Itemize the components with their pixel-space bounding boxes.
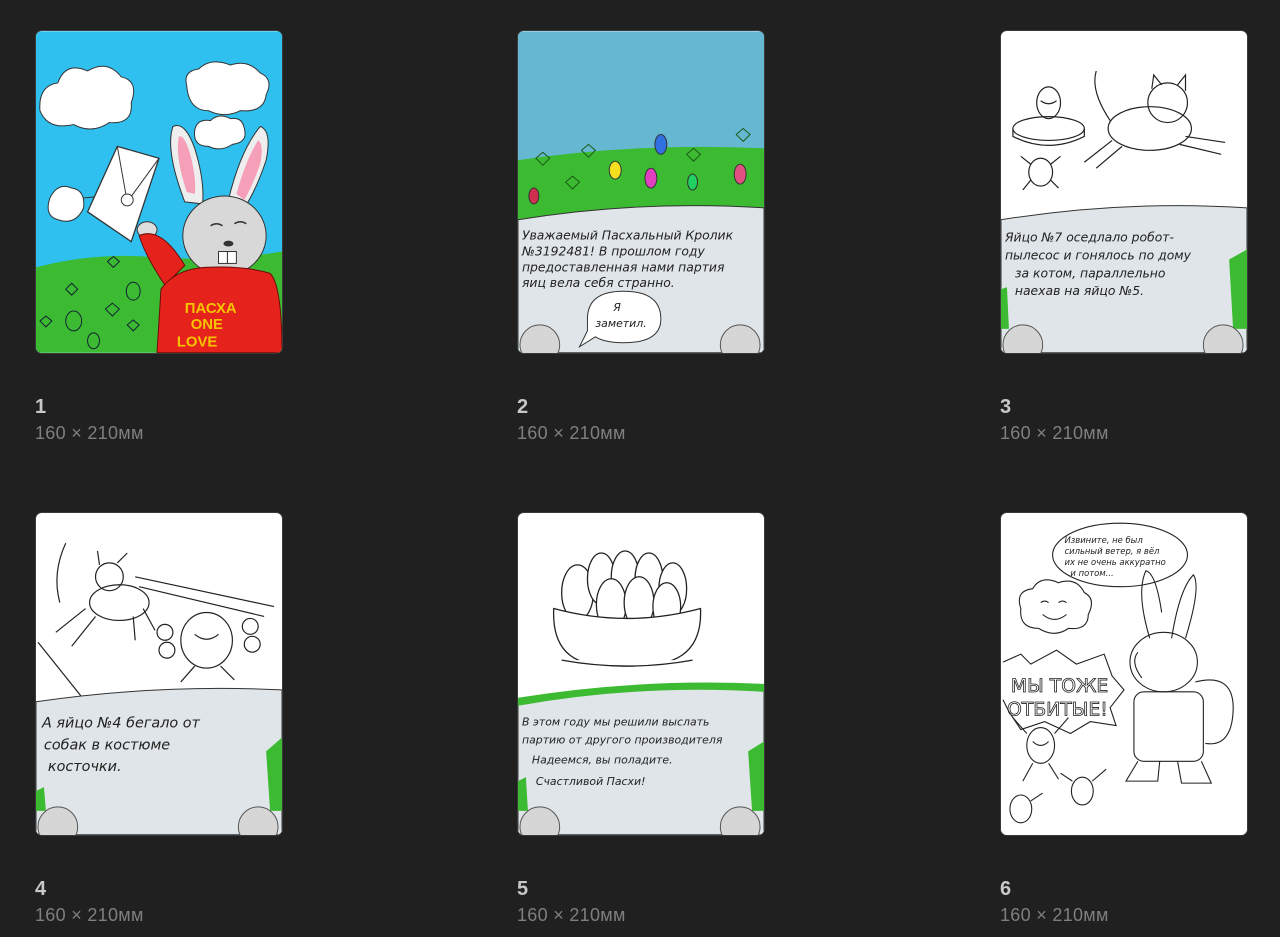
caption-line-1: А яйцо №4 бегало от	[41, 716, 201, 732]
comic-page-5-illustration: В этом году мы решили выслать партию от …	[518, 513, 764, 835]
bubble-line-4: и потом...	[1070, 568, 1113, 578]
page-number: 1	[35, 396, 47, 418]
hoodie-text-line-2: ONE	[191, 317, 223, 333]
caption-line-3: за котом, параллельно	[1015, 265, 1166, 280]
page-thumbnail-3[interactable]: Яйцо №7 оседлало робот- пылесос и гоняло…	[1000, 30, 1248, 354]
caption-line-3: Надеемся, вы поладите.	[532, 753, 673, 766]
page-size: 160 × 210мм	[517, 905, 626, 925]
page-size: 160 × 210мм	[517, 423, 626, 443]
page-size: 160 × 210мм	[35, 423, 144, 443]
comic-page-6-illustration: Извините, не был сильный ветер, я вёл их…	[1001, 513, 1247, 835]
page-size: 160 × 210мм	[1000, 905, 1109, 925]
bubble-line-2: заметил.	[595, 317, 646, 330]
comic-page-2-illustration: Уважаемый Пасхальный Кролик №3192481! В …	[518, 31, 764, 353]
bubble-line-3: их не очень аккуратно	[1064, 557, 1165, 567]
caption-line-4: наехав на яйцо №5.	[1015, 283, 1144, 298]
bubble-line-1: Я	[612, 301, 621, 314]
page-number: 2	[517, 396, 529, 418]
page-thumbnail-2[interactable]: Уважаемый Пасхальный Кролик №3192481! В …	[517, 30, 765, 354]
shout-line-1: МЫ ТОЖЕ	[1011, 676, 1108, 697]
bubble-line-1: Извините, не был	[1064, 535, 1143, 545]
page-number: 3	[1000, 396, 1012, 418]
comic-page-4-illustration: А яйцо №4 бегало от собак в костюме кост…	[36, 513, 282, 835]
caption-line-1: Яйцо №7 оседлало робот-	[1004, 230, 1175, 245]
page-number: 4	[35, 878, 47, 900]
page-size: 160 × 210мм	[1000, 423, 1109, 443]
caption-line-1: Уважаемый Пасхальный Кролик	[522, 228, 734, 243]
page-number: 5	[517, 878, 529, 900]
hoodie-text-line-3: LOVE	[177, 335, 218, 351]
page-size: 160 × 210мм	[35, 905, 144, 925]
shout-line-2: ОТБИТЫЕ!	[1007, 700, 1108, 721]
caption-line-4: яиц вела себя странно.	[522, 275, 675, 290]
caption-line-2: №3192481! В прошлом году	[521, 243, 706, 258]
comic-page-1-illustration: ПАСХА ONE LOVE	[36, 31, 282, 353]
hoodie-text-line-1: ПАСХА	[185, 301, 237, 317]
page-thumbnail-5[interactable]: В этом году мы решили выслать партию от …	[517, 512, 765, 836]
page-number: 6	[1000, 878, 1012, 900]
caption-line-4: Счастливой Пасхи!	[536, 775, 646, 788]
bubble-line-2: сильный ветер, я вёл	[1064, 546, 1160, 556]
page-thumbnail-6[interactable]: Извините, не был сильный ветер, я вёл их…	[1000, 512, 1248, 836]
caption-line-1: В этом году мы решили выслать	[522, 716, 710, 729]
caption-line-3: косточки.	[48, 759, 122, 775]
caption-line-3: предоставленная нами партия	[522, 259, 725, 274]
caption-line-2: пылесос и гонялось по дому	[1005, 247, 1192, 262]
page-thumbnail-1[interactable]: ПАСХА ONE LOVE	[35, 30, 283, 354]
page-thumbnail-4[interactable]: А яйцо №4 бегало от собак в костюме кост…	[35, 512, 283, 836]
caption-line-2: собак в костюме	[44, 737, 170, 753]
caption-line-2: партию от другого производителя	[522, 733, 723, 746]
comic-page-3-illustration: Яйцо №7 оседлало робот- пылесос и гоняло…	[1001, 31, 1247, 353]
